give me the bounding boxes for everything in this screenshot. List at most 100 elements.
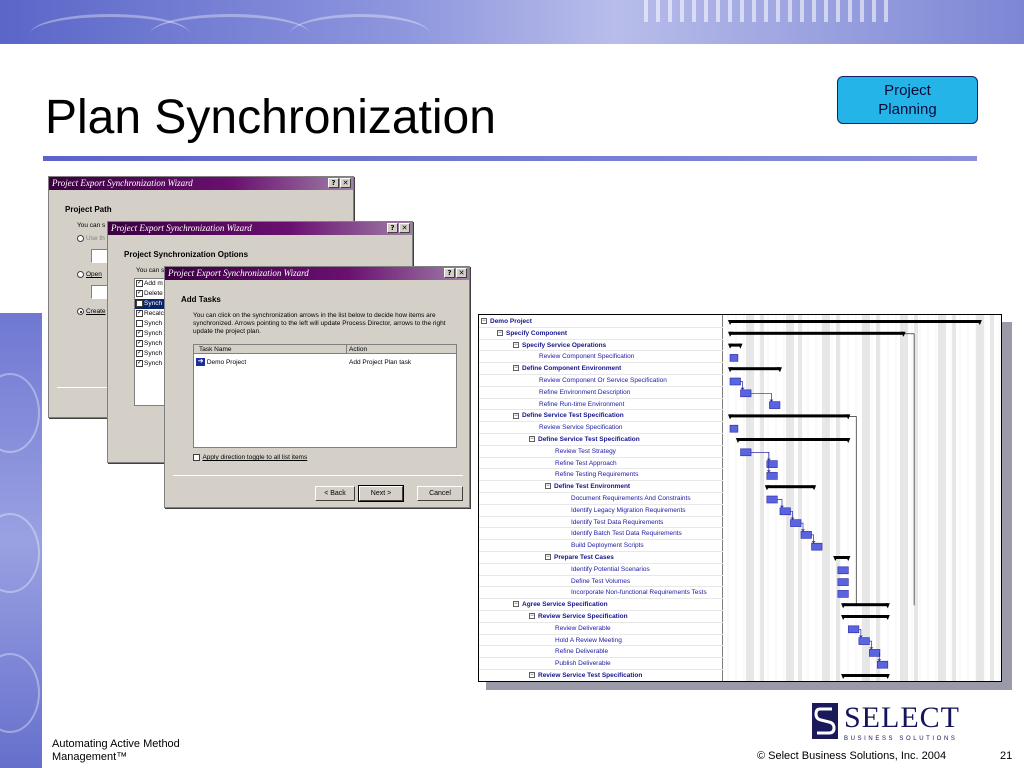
column-header-task-name[interactable]: Task Name [199,345,232,354]
logo-mark-icon [812,703,838,739]
gantt-task-row[interactable]: − Demo Project [479,316,723,328]
gantt-task-row[interactable]: Identify Potential Scenarios [479,564,723,576]
radio-selected-icon [77,308,84,315]
option-label: Use th [86,235,105,243]
checkbox-icon[interactable] [136,299,143,307]
gantt-task-row[interactable]: Publish Deliverable [479,658,723,670]
collapse-toggle-icon[interactable]: − [545,483,551,490]
gantt-task-row[interactable]: Refine Run-time Environment [479,399,723,411]
radio-icon [77,271,84,278]
dialog-title: Project Export Synchronization Wizard [52,178,193,188]
gantt-task-row[interactable]: Review Test Strategy [479,446,723,458]
gantt-task-row[interactable]: − Define Component Environment [479,363,723,375]
checkbox-checked-icon[interactable]: ✓ [136,279,143,287]
checkbox-checked-icon[interactable]: ✓ [136,329,143,337]
help-button[interactable]: ? [444,268,455,278]
gantt-task-row[interactable]: Refine Test Approach [479,458,723,470]
gantt-summary-bar [766,485,815,489]
gantt-task-row[interactable]: − Define Service Test Specification [479,410,723,423]
option-use-existing[interactable]: Use th [77,235,105,243]
gantt-task-row[interactable]: Review Component Or Service Specificatio… [479,375,723,387]
decorative-top-band [0,0,1024,44]
checkbox-checked-icon[interactable]: ✓ [136,289,143,297]
dialog-titlebar: Project Export Synchronization Wizard ? … [108,222,412,235]
gantt-task-bar [740,389,752,398]
gantt-task-row[interactable]: − Specify Component [479,328,723,340]
next-button[interactable]: Next > [358,485,404,502]
gantt-task-row[interactable]: Define Test Volumes [479,576,723,588]
gantt-task-row[interactable]: − Define Service Test Specification [479,434,723,446]
gantt-task-row[interactable]: Refine Testing Requirements [479,469,723,482]
sync-arrow-right-icon[interactable]: ➜ [196,358,205,367]
gantt-task-row[interactable]: − Agree Service Specification [479,599,723,611]
decorative-curve [0,653,40,733]
collapse-toggle-icon[interactable]: − [513,365,519,372]
gantt-task-label: Document Requirements And Constraints [571,495,691,502]
gantt-task-bar [848,625,860,634]
gantt-task-row[interactable]: Review Service Specification [479,422,723,434]
back-button[interactable]: < Back [315,486,355,501]
gantt-task-row[interactable]: Document Requirements And Constraints [479,493,723,505]
checkbox-checked-icon[interactable]: ✓ [136,309,143,317]
logo-s-icon [814,707,836,735]
collapse-toggle-icon[interactable]: − [529,436,535,443]
gantt-task-bar [779,507,791,516]
gantt-task-bar [837,590,849,598]
gantt-task-row[interactable]: Hold A Review Meeting [479,635,723,647]
gantt-chart: − Demo Project − Specify Component − Specify … [478,314,1002,682]
gantt-task-label: Hold A Review Meeting [555,636,622,644]
collapse-toggle-icon[interactable]: − [497,330,503,337]
gantt-task-bar [869,649,881,657]
collapse-toggle-icon[interactable]: − [513,601,519,608]
help-button[interactable]: ? [328,178,339,188]
timeline-nonworking-band [914,315,918,681]
collapse-toggle-icon[interactable]: − [481,318,487,325]
close-button[interactable]: ✕ [456,268,467,278]
gantt-task-bar [837,578,849,586]
collapse-toggle-icon[interactable]: − [529,672,535,679]
gantt-task-row[interactable]: Incorporate Non-functional Requirements … [479,587,723,600]
gantt-task-row[interactable]: − Review Service Test Specification [479,670,723,681]
gantt-task-label: Specify Component [506,329,568,337]
close-button[interactable]: ✕ [399,223,410,233]
checkbox-checked-icon[interactable]: ✓ [136,359,143,367]
option-create[interactable]: Create [77,308,106,316]
gantt-task-row[interactable]: Identify Legacy Migration Requirements [479,505,723,517]
checkbox-checked-icon[interactable]: ✓ [136,339,143,347]
gantt-task-row[interactable]: Identify Batch Test Data Requirements [479,528,723,541]
checkbox-checked-icon[interactable]: ✓ [136,349,143,357]
gantt-task-row[interactable]: Refine Deliverable [479,646,723,659]
logo-subtitle: BUSINESS SOLUTIONS [844,736,958,742]
sync-option-label: Synch [144,330,163,337]
collapse-toggle-icon[interactable]: − [529,613,535,620]
gantt-task-bar [729,377,741,386]
gantt-task-row[interactable]: − Specify Service Operations [479,340,723,352]
gantt-task-bar [800,531,812,539]
gantt-task-bar [766,460,778,468]
gantt-task-row[interactable]: − Prepare Test Cases [479,552,723,564]
collapse-toggle-icon[interactable]: − [513,412,519,419]
gantt-task-row[interactable]: − Define Test Environment [479,481,723,493]
apply-toggle-checkbox[interactable]: Apply direction toggle to all list items [193,454,307,462]
gantt-task-row[interactable]: Identify Test Data Requirements [479,517,723,529]
section-badge-label: Project Planning [878,82,937,118]
option-open[interactable]: Open [77,271,102,279]
checkbox-icon[interactable] [136,319,143,327]
list-row-demo-project[interactable]: ➜ Demo Project [196,358,246,367]
copyright: © Select Business Solutions, Inc. 2004 [757,750,947,762]
gantt-task-row[interactable]: Build Deployment Scripts [479,540,723,552]
gantt-task-row[interactable]: Review Component Specification [479,351,723,364]
tasks-list-view[interactable]: Task Name Action ➜ Demo Project Add Proj… [193,344,457,448]
gantt-task-row[interactable]: Review Deliverable [479,623,723,635]
help-button[interactable]: ? [387,223,398,233]
gantt-task-row[interactable]: − Review Service Specification [479,611,723,623]
sync-option-label: Synch [144,350,163,357]
close-button[interactable]: ✕ [340,178,351,188]
collapse-toggle-icon[interactable]: − [513,341,519,348]
cancel-button[interactable]: Cancel [417,486,463,501]
gantt-task-row[interactable]: Refine Environment Description [479,387,723,399]
dialog-title: Project Export Synchronization Wizard [111,223,252,233]
collapse-toggle-icon[interactable]: − [545,554,551,561]
column-header-action[interactable]: Action [346,345,367,354]
gantt-task-bar [790,519,802,527]
